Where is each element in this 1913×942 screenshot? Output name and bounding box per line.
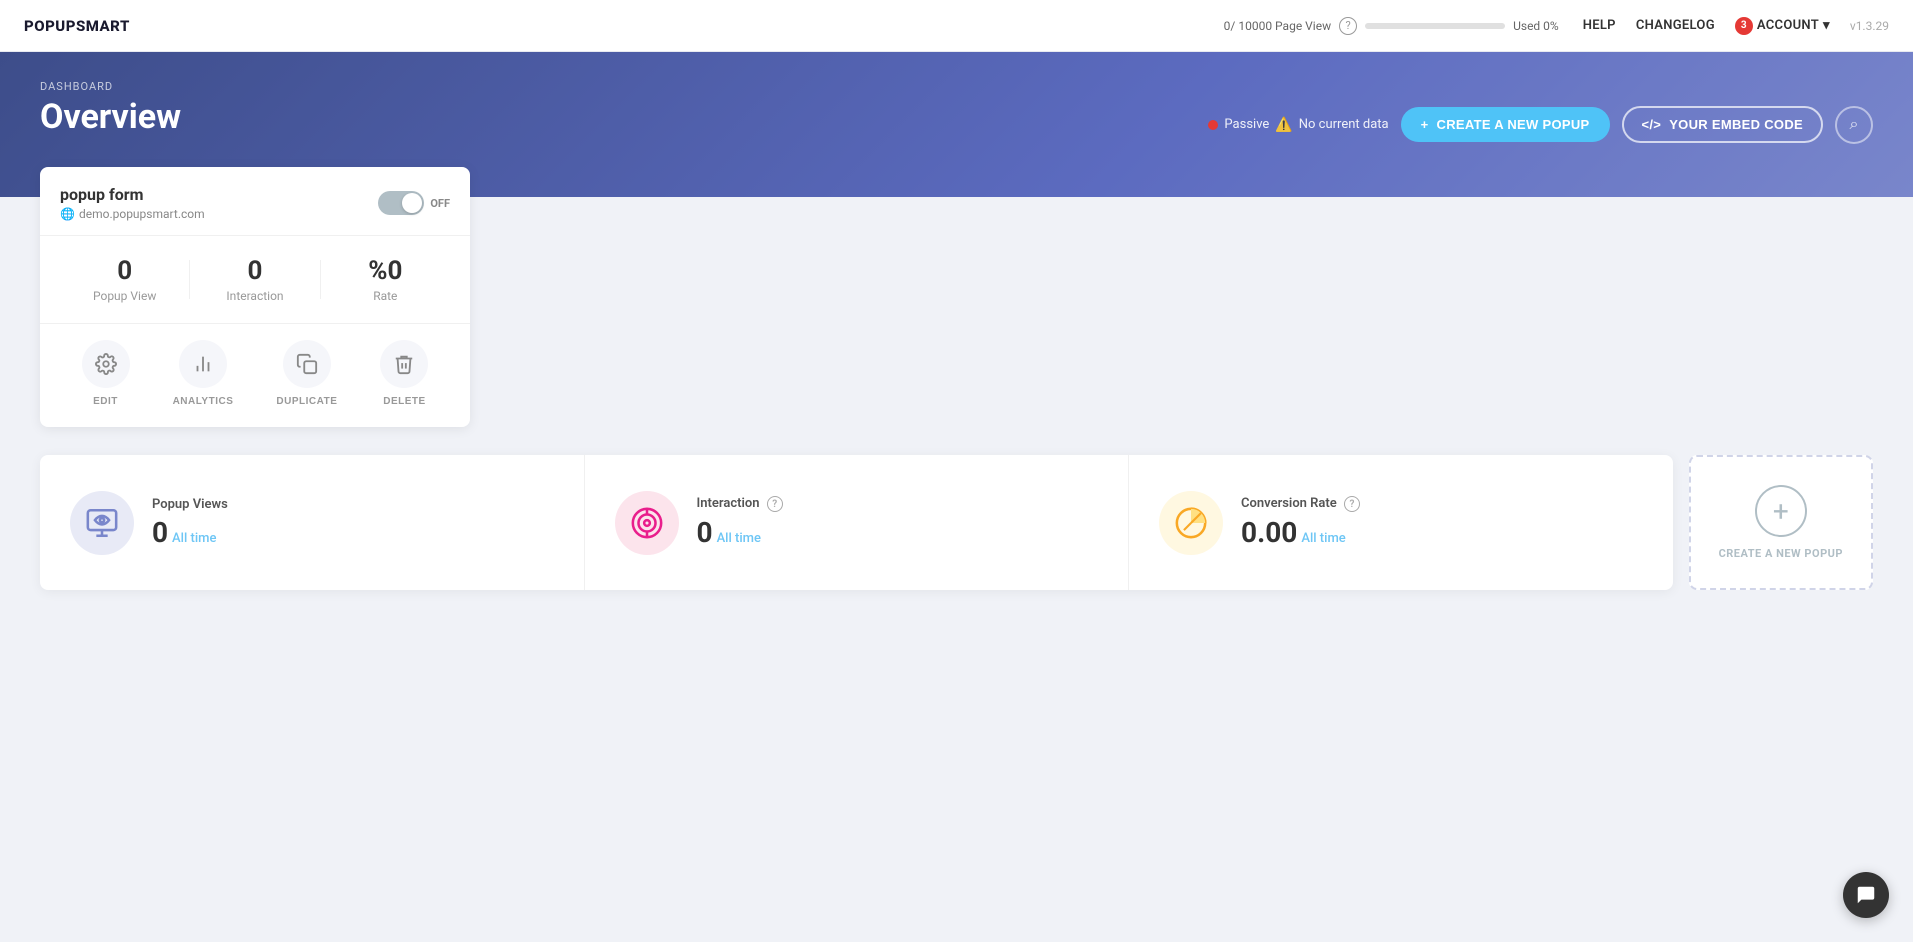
page-view-help-icon[interactable]: ? bbox=[1339, 17, 1357, 35]
duplicate-label: DUPLICATE bbox=[276, 396, 337, 407]
status-warning: No current data bbox=[1299, 117, 1389, 132]
popup-card: popup form 🌐 demo.popupsmart.com OFF 0 P… bbox=[40, 167, 470, 427]
stats-row-wrapper: Popup Views 0 All time bbox=[40, 455, 1873, 590]
version-label: v1.3.29 bbox=[1850, 19, 1889, 33]
popup-card-url: 🌐 demo.popupsmart.com bbox=[60, 207, 205, 221]
create-plus-icon: + bbox=[1755, 485, 1807, 537]
duplicate-icon-circle bbox=[283, 340, 331, 388]
stat-popup-view: 0 Popup View bbox=[60, 256, 189, 303]
status-badge: Passive ⚠️ No current data bbox=[1208, 117, 1388, 133]
conversion-time: All time bbox=[1301, 531, 1345, 546]
account-link[interactable]: 3 ACCOUNT ▾ bbox=[1735, 17, 1830, 35]
conversion-value-row: 0.00 All time bbox=[1241, 516, 1360, 549]
toggle-switch[interactable] bbox=[378, 191, 424, 215]
popup-views-heading: Popup Views bbox=[152, 497, 228, 512]
topbar: POPUPSMART 0/ 10000 Page View ? Used 0% … bbox=[0, 0, 1913, 52]
toggle-label: OFF bbox=[430, 197, 450, 210]
interaction-time: All time bbox=[717, 531, 761, 546]
account-label: ACCOUNT bbox=[1757, 18, 1819, 33]
stat-interaction-value: 0 bbox=[190, 256, 319, 286]
conversion-value: 0.00 bbox=[1241, 516, 1297, 549]
help-link[interactable]: HELP bbox=[1583, 18, 1616, 33]
edit-icon-circle bbox=[82, 340, 130, 388]
breadcrumb: DASHBOARD bbox=[40, 80, 1873, 93]
page-view-used: Used 0% bbox=[1513, 19, 1559, 33]
embed-btn-label: YOUR EMBED CODE bbox=[1669, 117, 1803, 132]
analytics-icon-circle bbox=[179, 340, 227, 388]
delete-label: DELETE bbox=[383, 396, 425, 407]
edit-button[interactable]: EDIT bbox=[82, 340, 130, 407]
popup-card-title: popup form bbox=[60, 185, 205, 204]
analytics-button[interactable]: ANALYTICS bbox=[173, 340, 234, 407]
create-new-popup-button[interactable]: + CREATE A NEW POPUP bbox=[1401, 107, 1610, 142]
stat-interaction-label: Interaction bbox=[190, 289, 319, 303]
interaction-help-icon[interactable]: ? bbox=[767, 496, 783, 512]
search-icon: ⌕ bbox=[1850, 116, 1859, 134]
interaction-value-row: 0 All time bbox=[697, 516, 783, 549]
popup-url-text: demo.popupsmart.com bbox=[79, 207, 205, 221]
stat-interaction: 0 Interaction bbox=[190, 256, 319, 303]
page-view-label: 0/ 10000 Page View bbox=[1224, 19, 1331, 33]
create-card-label: CREATE A NEW POPUP bbox=[1719, 547, 1843, 560]
search-button[interactable]: ⌕ bbox=[1835, 106, 1873, 144]
stat-rate: %0 Rate bbox=[321, 256, 450, 303]
interaction-value: 0 bbox=[697, 516, 713, 549]
chat-bubble[interactable] bbox=[1843, 872, 1889, 918]
popup-card-header: popup form 🌐 demo.popupsmart.com OFF bbox=[40, 167, 470, 236]
stats-row-main: Popup Views 0 All time bbox=[40, 455, 1673, 590]
code-icon: </> bbox=[1642, 117, 1662, 132]
analytics-label: ANALYTICS bbox=[173, 396, 234, 407]
stat-rate-value: %0 bbox=[321, 256, 450, 286]
page-view-section: 0/ 10000 Page View ? Used 0% bbox=[1224, 17, 1559, 35]
main-content: popup form 🌐 demo.popupsmart.com OFF 0 P… bbox=[0, 167, 1913, 630]
embed-code-button[interactable]: </> YOUR EMBED CODE bbox=[1622, 106, 1824, 143]
globe-icon: 🌐 bbox=[60, 207, 75, 221]
interaction-heading: Interaction ? bbox=[697, 496, 783, 513]
status-passive: Passive bbox=[1224, 117, 1269, 132]
header-actions: Passive ⚠️ No current data + CREATE A NE… bbox=[1208, 106, 1873, 144]
conversion-text: Conversion Rate ? 0.00 All time bbox=[1241, 496, 1360, 550]
chevron-down-icon: ▾ bbox=[1823, 18, 1830, 33]
app-logo: POPUPSMART bbox=[24, 17, 130, 35]
stat-popup-view-label: Popup View bbox=[60, 289, 189, 303]
duplicate-button[interactable]: DUPLICATE bbox=[276, 340, 337, 407]
warning-icon: ⚠️ bbox=[1275, 117, 1292, 133]
interaction-text: Interaction ? 0 All time bbox=[697, 496, 783, 550]
conversion-icon-circle bbox=[1159, 491, 1223, 555]
popup-views-time: All time bbox=[172, 531, 216, 546]
page-view-bar bbox=[1365, 23, 1505, 29]
popup-views-value-row: 0 All time bbox=[152, 516, 228, 549]
topbar-right: HELP CHANGELOG 3 ACCOUNT ▾ v1.3.29 bbox=[1583, 17, 1889, 35]
stat-popup-view-value: 0 bbox=[60, 256, 189, 286]
popup-card-stats: 0 Popup View 0 Interaction %0 Rate bbox=[40, 236, 470, 323]
popup-views-icon-circle bbox=[70, 491, 134, 555]
toggle-wrap[interactable]: OFF bbox=[378, 191, 450, 215]
stats-popup-views: Popup Views 0 All time bbox=[40, 455, 585, 590]
create-btn-label: CREATE A NEW POPUP bbox=[1437, 117, 1590, 132]
account-badge-count: 3 bbox=[1735, 17, 1753, 35]
create-new-popup-card[interactable]: + CREATE A NEW POPUP bbox=[1689, 455, 1873, 590]
stats-interaction: Interaction ? 0 All time bbox=[585, 455, 1130, 590]
plus-icon: + bbox=[1421, 117, 1429, 132]
popup-views-text: Popup Views 0 All time bbox=[152, 497, 228, 549]
toggle-knob bbox=[402, 193, 422, 213]
stats-conversion: Conversion Rate ? 0.00 All time bbox=[1129, 455, 1673, 590]
edit-label: EDIT bbox=[93, 396, 118, 407]
popup-card-info: popup form 🌐 demo.popupsmart.com bbox=[60, 185, 205, 221]
interaction-icon-circle bbox=[615, 491, 679, 555]
delete-button[interactable]: DELETE bbox=[380, 340, 428, 407]
stat-rate-label: Rate bbox=[321, 289, 450, 303]
changelog-link[interactable]: CHANGELOG bbox=[1636, 18, 1715, 33]
delete-icon-circle bbox=[380, 340, 428, 388]
popup-views-value: 0 bbox=[152, 516, 168, 549]
conversion-heading: Conversion Rate ? bbox=[1241, 496, 1360, 513]
popup-card-actions: EDIT ANALYTICS DUPLICATE bbox=[40, 323, 470, 427]
conversion-help-icon[interactable]: ? bbox=[1344, 496, 1360, 512]
status-dot bbox=[1208, 120, 1218, 130]
